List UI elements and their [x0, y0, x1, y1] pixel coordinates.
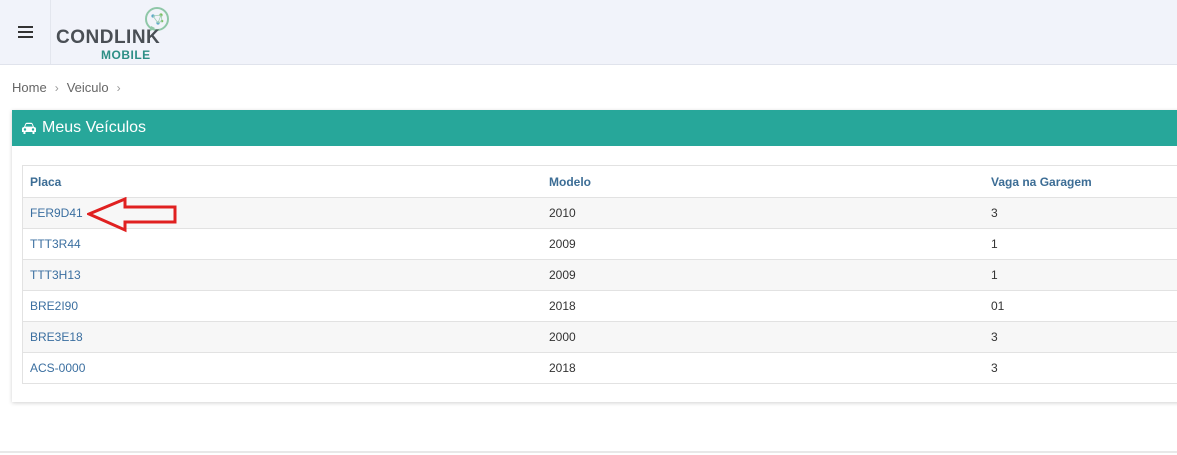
placa-link[interactable]: TTT3R44	[22, 228, 542, 260]
modelo-cell: 2018	[542, 352, 984, 384]
breadcrumb-veiculo[interactable]: Veiculo	[67, 80, 109, 95]
modelo-cell: 2000	[542, 321, 984, 353]
logo-main-text: CONDLINK	[56, 27, 161, 48]
vaga-cell: 3	[984, 321, 1177, 353]
table-row[interactable]: BRE2I90 2018 01	[22, 290, 1177, 322]
table-row[interactable]: ACS-0000 2018 3	[22, 352, 1177, 384]
table-row[interactable]: BRE3E18 2000 3	[22, 321, 1177, 353]
top-bar: CONDLINK MOBILE	[0, 0, 1177, 65]
menu-toggle-button[interactable]	[0, 0, 51, 64]
modelo-cell: 2010	[542, 197, 984, 229]
panel-header: Meus Veículos	[12, 110, 1177, 146]
car-icon	[21, 122, 37, 135]
red-arrow-annotation-icon	[87, 197, 177, 233]
breadcrumb-home[interactable]: Home	[12, 80, 47, 95]
vaga-cell: 01	[984, 290, 1177, 322]
table-header-row: Placa Modelo Vaga na Garagem	[22, 165, 1177, 198]
vaga-cell: 3	[984, 197, 1177, 229]
table-row[interactable]: FER9D41 2010 3	[22, 197, 1177, 229]
chevron-right-icon: ›	[116, 80, 121, 95]
table-row[interactable]: TTT3R44 2009 1	[22, 228, 1177, 260]
vaga-cell: 1	[984, 259, 1177, 291]
column-header-vaga[interactable]: Vaga na Garagem	[984, 165, 1177, 198]
logo-sub-text: MOBILE	[101, 48, 151, 62]
hamburger-icon	[17, 26, 33, 38]
modelo-cell: 2009	[542, 228, 984, 260]
column-header-placa[interactable]: Placa	[22, 165, 542, 198]
modelo-cell: 2018	[542, 290, 984, 322]
divider	[0, 451, 1177, 453]
placa-link[interactable]: ACS-0000	[22, 352, 542, 384]
column-header-modelo[interactable]: Modelo	[542, 165, 984, 198]
vaga-cell: 3	[984, 352, 1177, 384]
placa-link[interactable]: BRE2I90	[22, 290, 542, 322]
panel-title: Meus Veículos	[42, 119, 147, 136]
placa-link[interactable]: TTT3H13	[22, 259, 542, 291]
chevron-right-icon: ›	[54, 80, 59, 95]
placa-link[interactable]: BRE3E18	[22, 321, 542, 353]
vehicles-panel: Meus Veículos Placa Modelo Vaga na Garag…	[12, 110, 1177, 402]
vehicles-table: Placa Modelo Vaga na Garagem FER9D41 201…	[22, 165, 1177, 384]
app-logo[interactable]: CONDLINK MOBILE	[55, 6, 180, 62]
modelo-cell: 2009	[542, 259, 984, 291]
table-row[interactable]: TTT3H13 2009 1	[22, 259, 1177, 291]
vaga-cell: 1	[984, 228, 1177, 260]
breadcrumb: Home › Veiculo ›	[12, 80, 129, 95]
